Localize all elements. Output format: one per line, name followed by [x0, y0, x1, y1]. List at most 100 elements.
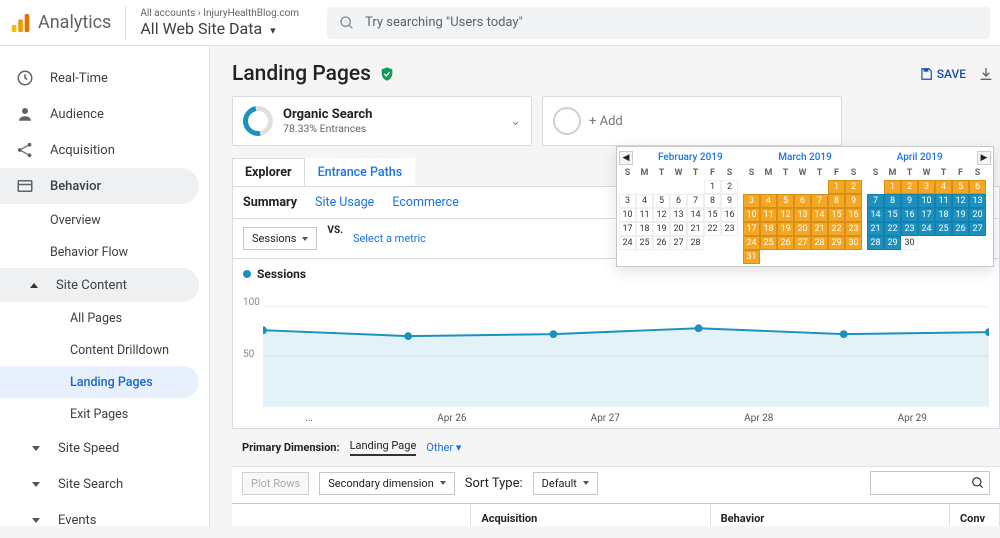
date-cell[interactable]: 20: [670, 222, 687, 236]
date-cell[interactable]: 25: [760, 236, 777, 250]
metric-primary-dropdown[interactable]: Sessions: [243, 227, 317, 250]
date-cell[interactable]: 25: [935, 222, 952, 236]
search-bar[interactable]: Try searching "Users today": [327, 7, 990, 39]
sidebar-item-audience[interactable]: Audience: [0, 96, 209, 132]
date-cell[interactable]: 8: [828, 194, 845, 208]
date-cell[interactable]: 27: [969, 222, 986, 236]
table-search-input[interactable]: [870, 471, 990, 495]
prev-month-button[interactable]: ◀: [619, 151, 633, 165]
sidebar-sub-content-drilldown[interactable]: Content Drilldown: [0, 334, 209, 366]
date-range-picker[interactable]: ◀ February 2019 March 2019 April 2019 ▶ …: [616, 146, 994, 267]
date-cell[interactable]: 20: [794, 222, 811, 236]
date-cell[interactable]: 18: [935, 208, 952, 222]
date-cell[interactable]: 19: [653, 222, 670, 236]
date-cell[interactable]: 7: [687, 194, 704, 208]
date-cell[interactable]: 26: [952, 222, 969, 236]
date-cell[interactable]: 16: [721, 208, 738, 222]
date-cell[interactable]: 14: [867, 208, 884, 222]
date-cell[interactable]: 25: [636, 236, 653, 250]
date-cell[interactable]: 29: [828, 236, 845, 250]
sidebar-sub-landing-pages[interactable]: Landing Pages: [0, 366, 199, 398]
date-cell[interactable]: 22: [704, 222, 721, 236]
sort-type-dropdown[interactable]: Default: [533, 472, 598, 495]
save-button[interactable]: SAVE: [919, 67, 966, 81]
col-conversions[interactable]: Conv: [950, 504, 1000, 526]
date-cell[interactable]: 5: [952, 180, 969, 194]
sidebar-item-realtime[interactable]: Real-Time: [0, 60, 209, 96]
subtab-summary[interactable]: Summary: [243, 195, 297, 210]
date-cell[interactable]: 13: [969, 194, 986, 208]
tab-entrance-paths[interactable]: Entrance Paths: [305, 158, 416, 186]
date-cell[interactable]: 10: [918, 194, 935, 208]
dimension-value[interactable]: Landing Page: [350, 439, 417, 456]
date-cell[interactable]: 18: [760, 222, 777, 236]
date-cell[interactable]: 9: [845, 194, 862, 208]
col-behavior[interactable]: Behavior: [711, 504, 950, 526]
date-cell[interactable]: 14: [687, 208, 704, 222]
date-cell[interactable]: 28: [867, 236, 884, 250]
date-cell[interactable]: 9: [721, 194, 738, 208]
date-cell[interactable]: 4: [935, 180, 952, 194]
sidebar-sub-site-speed[interactable]: Site Speed: [0, 430, 209, 466]
date-cell[interactable]: 12: [777, 208, 794, 222]
date-cell[interactable]: 7: [867, 194, 884, 208]
sidebar-sub-exit-pages[interactable]: Exit Pages: [0, 398, 209, 430]
date-cell[interactable]: 21: [687, 222, 704, 236]
view-selector[interactable]: All accounts › InjuryHealthBlog.com All …: [125, 6, 313, 40]
date-cell[interactable]: 14: [811, 208, 828, 222]
date-cell[interactable]: 10: [619, 208, 636, 222]
sidebar-sub-overview[interactable]: Overview: [0, 204, 209, 236]
date-cell[interactable]: 15: [704, 208, 721, 222]
date-cell[interactable]: 4: [636, 194, 653, 208]
date-cell[interactable]: 20: [969, 208, 986, 222]
date-cell[interactable]: 22: [828, 222, 845, 236]
date-cell[interactable]: 27: [794, 236, 811, 250]
sidebar-sub-events[interactable]: Events: [0, 502, 209, 538]
date-cell[interactable]: 10: [743, 208, 760, 222]
date-cell[interactable]: 16: [901, 208, 918, 222]
segment-card[interactable]: Organic Search 78.33% Entrances ⌄: [232, 96, 532, 146]
date-cell[interactable]: 13: [794, 208, 811, 222]
sidebar-item-acquisition[interactable]: Acquisition: [0, 132, 209, 168]
date-cell[interactable]: 1: [828, 180, 845, 194]
date-cell[interactable]: 17: [918, 208, 935, 222]
date-cell[interactable]: 30: [901, 236, 918, 250]
date-cell[interactable]: 3: [918, 180, 935, 194]
date-cell[interactable]: 13: [670, 208, 687, 222]
date-cell[interactable]: 11: [935, 194, 952, 208]
secondary-dimension-dropdown[interactable]: Secondary dimension: [319, 472, 455, 495]
date-cell[interactable]: 23: [721, 222, 738, 236]
date-cell[interactable]: 6: [794, 194, 811, 208]
date-cell[interactable]: 23: [845, 222, 862, 236]
date-cell[interactable]: 12: [653, 208, 670, 222]
sidebar-item-behavior[interactable]: Behavior: [0, 168, 199, 204]
date-cell[interactable]: 6: [670, 194, 687, 208]
add-segment-button[interactable]: + Add: [542, 96, 842, 146]
date-cell[interactable]: 11: [636, 208, 653, 222]
date-cell[interactable]: 18: [636, 222, 653, 236]
next-month-button[interactable]: ▶: [977, 151, 991, 165]
date-cell[interactable]: 19: [777, 222, 794, 236]
metric-secondary-select[interactable]: Select a metric: [353, 232, 426, 245]
date-cell[interactable]: 3: [619, 194, 636, 208]
date-cell[interactable]: 30: [845, 236, 862, 250]
date-cell[interactable]: 27: [670, 236, 687, 250]
date-cell[interactable]: 5: [777, 194, 794, 208]
sidebar-sub-site-content[interactable]: Site Content: [0, 268, 199, 302]
sidebar-sub-behavior-flow[interactable]: Behavior Flow: [0, 236, 209, 268]
date-cell[interactable]: 22: [884, 222, 901, 236]
sidebar-sub-site-search[interactable]: Site Search: [0, 466, 209, 502]
subtab-site-usage[interactable]: Site Usage: [315, 195, 374, 210]
date-cell[interactable]: 21: [811, 222, 828, 236]
date-cell[interactable]: 31: [743, 250, 760, 264]
date-cell[interactable]: 24: [918, 222, 935, 236]
sidebar-sub-all-pages[interactable]: All Pages: [0, 302, 209, 334]
date-cell[interactable]: 2: [845, 180, 862, 194]
date-cell[interactable]: 17: [743, 222, 760, 236]
date-cell[interactable]: 8: [884, 194, 901, 208]
subtab-ecommerce[interactable]: Ecommerce: [392, 195, 459, 210]
date-cell[interactable]: 5: [653, 194, 670, 208]
date-cell[interactable]: 28: [687, 236, 704, 250]
date-cell[interactable]: 3: [743, 194, 760, 208]
dimension-other[interactable]: Other ▾: [426, 441, 461, 454]
